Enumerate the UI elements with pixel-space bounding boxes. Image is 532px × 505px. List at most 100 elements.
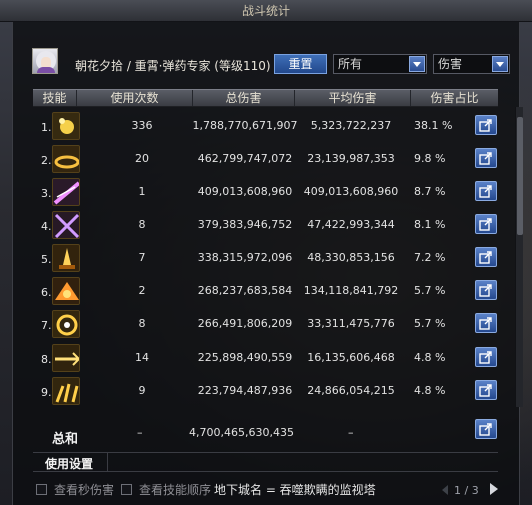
total-damage: 379,383,946,752 bbox=[197, 218, 293, 231]
spear-shot-icon bbox=[52, 344, 80, 372]
share-button[interactable] bbox=[475, 280, 497, 300]
pagination: 1 / 3 bbox=[442, 480, 510, 500]
total-count: – bbox=[137, 426, 143, 439]
table-row[interactable]: 2. 20 462,799,747,072 23,139,987,353 9.8… bbox=[0, 143, 532, 177]
rocket-strike-icon bbox=[52, 244, 80, 272]
scrollbar-thumb[interactable] bbox=[517, 117, 523, 235]
settings-divider bbox=[107, 452, 108, 472]
prev-page-icon[interactable] bbox=[442, 485, 448, 495]
average-damage: 48,330,853,156 bbox=[307, 251, 395, 264]
average-damage: 47,422,993,344 bbox=[307, 218, 395, 231]
show-skill-order-label[interactable]: 查看技能顺序 bbox=[139, 481, 211, 498]
average-damage: 134,118,841,792 bbox=[303, 284, 399, 297]
damage-percent: 9.8 % bbox=[414, 152, 446, 165]
share-button[interactable] bbox=[475, 247, 497, 267]
scatter-shot-icon bbox=[52, 377, 80, 405]
reset-button[interactable]: 重置 bbox=[274, 54, 327, 74]
total-damage: 223,794,487,936 bbox=[197, 384, 293, 397]
use-count: 14 bbox=[135, 351, 149, 364]
row-index: 3. bbox=[41, 187, 52, 200]
table-header: 技能 使用次数 总伤害 平均伤害 伤害占比 bbox=[33, 89, 498, 107]
average-damage: 24,866,054,215 bbox=[307, 384, 395, 397]
stat-type-value: 伤害 bbox=[438, 57, 463, 71]
filter-mode-select[interactable]: 所有 bbox=[333, 54, 427, 74]
chevron-down-icon[interactable] bbox=[409, 56, 425, 72]
total-damage: 266,491,806,209 bbox=[197, 317, 293, 330]
show-dps-checkbox[interactable] bbox=[36, 484, 47, 495]
table-row[interactable]: 6. 2 268,237,683,584 134,118,841,792 5.7… bbox=[0, 275, 532, 309]
share-button[interactable] bbox=[475, 148, 497, 168]
average-damage: 16,135,606,468 bbox=[307, 351, 395, 364]
average-damage: 23,139,987,353 bbox=[307, 152, 395, 165]
filter-mode-value: 所有 bbox=[338, 57, 363, 71]
damage-percent: 5.7 % bbox=[414, 284, 446, 297]
footer-bar: 查看秒伤害 查看技能顺序 地下城名 = 吞噬欺瞒的监视塔 1 / 3 bbox=[0, 478, 532, 502]
window-title: 战斗统计 bbox=[0, 0, 532, 22]
bomb-skill-icon bbox=[52, 112, 80, 140]
row-index: 8. bbox=[41, 353, 52, 366]
damage-percent: 8.7 % bbox=[414, 185, 446, 198]
share-button[interactable] bbox=[475, 347, 497, 367]
table-scrollbar[interactable] bbox=[515, 107, 523, 407]
use-count: 1 bbox=[138, 185, 146, 198]
show-dps-label[interactable]: 查看秒伤害 bbox=[54, 481, 114, 498]
table-row[interactable]: 5. 7 338,315,972,096 48,330,853,156 7.2 … bbox=[0, 242, 532, 276]
total-damage: 1,788,770,671,907 bbox=[192, 119, 298, 132]
column-header-skill[interactable]: 技能 bbox=[33, 90, 77, 106]
settings-tab[interactable]: 使用设置 bbox=[45, 455, 93, 472]
row-index: 5. bbox=[41, 253, 52, 266]
column-header-percent[interactable]: 伤害占比 bbox=[411, 90, 498, 106]
character-name-class-level: 朝花夕拾 / 重霄·弹药专家 (等级110) bbox=[75, 59, 271, 73]
share-total-button[interactable] bbox=[475, 419, 497, 439]
next-page-icon[interactable] bbox=[490, 483, 498, 495]
total-damage: 338,315,972,096 bbox=[197, 251, 293, 264]
total-damage: 268,237,683,584 bbox=[197, 284, 293, 297]
damage-percent: 4.8 % bbox=[414, 384, 446, 397]
row-index: 1. bbox=[41, 121, 52, 134]
show-skill-order-checkbox[interactable] bbox=[121, 484, 132, 495]
average-damage: 409,013,608,960 bbox=[303, 185, 399, 198]
page-indicator: 1 / 3 bbox=[454, 484, 479, 497]
table-row[interactable]: 7. 8 266,491,806,209 33,311,475,776 5.7 … bbox=[0, 308, 532, 342]
chevron-down-icon[interactable] bbox=[492, 56, 508, 72]
row-index: 2. bbox=[41, 154, 52, 167]
share-button[interactable] bbox=[475, 115, 497, 135]
share-button[interactable] bbox=[475, 214, 497, 234]
table-row[interactable]: 4. 8 379,383,946,752 47,422,993,344 8.1 … bbox=[0, 209, 532, 243]
table-row[interactable]: 3. 1 409,013,608,960 409,013,608,960 8.7… bbox=[0, 176, 532, 210]
table-row[interactable]: 9. 9 223,794,487,936 24,866,054,215 4.8 … bbox=[0, 375, 532, 409]
share-button[interactable] bbox=[475, 380, 497, 400]
use-count: 8 bbox=[138, 218, 146, 231]
row-index: 7. bbox=[41, 319, 52, 332]
damage-percent: 4.8 % bbox=[414, 351, 446, 364]
use-count: 7 bbox=[138, 251, 146, 264]
share-button[interactable] bbox=[475, 313, 497, 333]
use-count: 8 bbox=[138, 317, 146, 330]
dungeon-name: 地下城名 = 吞噬欺瞒的监视塔 bbox=[214, 483, 376, 497]
column-header-count[interactable]: 使用次数 bbox=[77, 90, 193, 106]
share-icon bbox=[479, 423, 492, 436]
total-average: – bbox=[348, 426, 354, 439]
total-label: 总和 bbox=[52, 432, 79, 447]
purple-laser-icon bbox=[52, 178, 80, 206]
total-damage: 225,898,490,559 bbox=[197, 351, 293, 364]
use-count: 9 bbox=[138, 384, 146, 397]
character-avatar bbox=[32, 48, 58, 74]
total-damage: 4,700,465,630,435 bbox=[189, 426, 294, 439]
use-count: 2 bbox=[138, 284, 146, 297]
table-row[interactable]: 8. 14 225,898,490,559 16,135,606,468 4.8… bbox=[0, 342, 532, 376]
average-damage: 33,311,475,776 bbox=[307, 317, 395, 330]
table-row[interactable]: 1. 336 1,788,770,671,907 5,323,722,237 3… bbox=[0, 110, 532, 144]
damage-percent: 7.2 % bbox=[414, 251, 446, 264]
stat-type-select[interactable]: 伤害 bbox=[433, 54, 510, 74]
share-button[interactable] bbox=[475, 181, 497, 201]
column-header-average[interactable]: 平均伤害 bbox=[295, 90, 411, 106]
column-header-total[interactable]: 总伤害 bbox=[193, 90, 295, 106]
use-count: 336 bbox=[131, 119, 153, 132]
total-damage: 462,799,747,072 bbox=[197, 152, 293, 165]
row-index: 6. bbox=[41, 286, 52, 299]
total-damage: 409,013,608,960 bbox=[197, 185, 293, 198]
spin-shot-icon bbox=[52, 310, 80, 338]
damage-percent: 5.7 % bbox=[414, 317, 446, 330]
damage-percent: 8.1 % bbox=[414, 218, 446, 231]
